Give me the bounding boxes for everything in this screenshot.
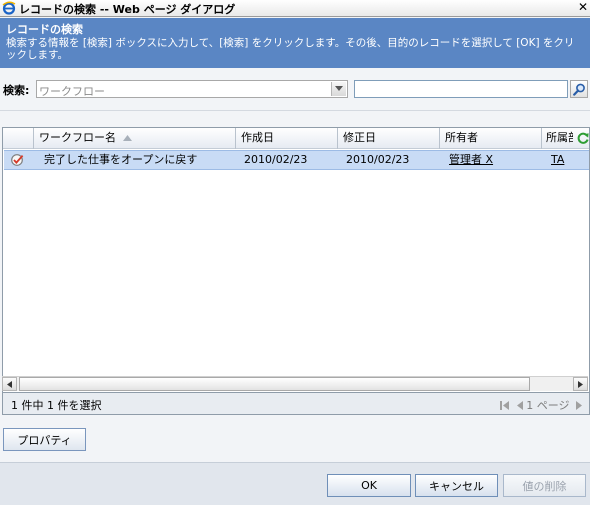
column-header-label: ワークフロー名 — [39, 131, 116, 144]
search-icon — [573, 83, 585, 96]
properties-button[interactable]: プロパティ — [3, 428, 86, 451]
refresh-icon[interactable] — [576, 131, 590, 145]
workflow-icon — [11, 154, 24, 166]
cell-name: 完了した仕事をオープンに戻す — [44, 153, 198, 166]
column-header-business-unit[interactable]: 所属部 — [541, 128, 573, 149]
entity-select-value: ワークフロー — [39, 85, 105, 98]
divider — [0, 110, 590, 111]
page-number: 1 ページ — [526, 399, 570, 412]
dialog-header: レコードの検索 検索する情報を [検索] ボックスに入力して、[検索] をクリッ… — [0, 18, 590, 68]
arrow-right-icon — [578, 381, 583, 388]
column-header-label: 修正日 — [343, 131, 376, 144]
business-unit-link[interactable]: TA — [551, 151, 587, 169]
search-button[interactable] — [570, 80, 588, 98]
grid-header: ワークフロー名 作成日 修正日 所有者 所属部 — [3, 128, 590, 149]
selection-count: 1 件中 1 件を選択 — [11, 399, 102, 412]
dialog-description: 検索する情報を [検索] ボックスに入力して、[検索] をクリックします。その後… — [6, 37, 575, 61]
column-header-owner[interactable]: 所有者 — [439, 128, 540, 149]
column-header-label: 作成日 — [241, 131, 274, 144]
cell-created: 2010/02/23 — [244, 153, 308, 166]
results-grid: ワークフロー名 作成日 修正日 所有者 所属部 完了した仕事をオープンに戻す 2… — [2, 127, 590, 393]
sort-ascending-icon — [122, 135, 132, 141]
entity-select[interactable]: ワークフロー — [36, 80, 348, 98]
column-header-label: 所属部 — [546, 131, 573, 144]
horizontal-scrollbar[interactable] — [2, 376, 588, 391]
column-header-created[interactable]: 作成日 — [235, 128, 336, 149]
search-row: 検索: ワークフロー — [0, 79, 590, 101]
close-icon[interactable]: ✕ — [578, 0, 588, 14]
dialog-footer: OK キャンセル 値の削除 — [0, 462, 590, 505]
dropdown-arrow-icon[interactable] — [331, 82, 346, 96]
next-page-icon[interactable] — [576, 400, 583, 410]
scroll-thumb[interactable] — [19, 377, 530, 391]
arrow-left-icon — [7, 381, 12, 388]
remove-value-button[interactable]: 値の削除 — [503, 474, 586, 497]
ok-button[interactable]: OK — [327, 474, 411, 497]
pager: 1 ページ — [500, 397, 583, 413]
scroll-right-button[interactable] — [573, 377, 588, 391]
column-header-label: 所有者 — [445, 131, 478, 144]
cell-modified: 2010/02/23 — [346, 153, 410, 166]
column-header-name[interactable]: ワークフロー名 — [33, 128, 234, 149]
cancel-button[interactable]: キャンセル — [415, 474, 498, 497]
internet-explorer-icon — [2, 1, 16, 15]
status-bar: 1 件中 1 件を選択 1 ページ — [2, 393, 590, 415]
select-column-header[interactable] — [3, 128, 31, 149]
window-titlebar: レコードの検索 -- Web ページ ダイアログ ✕ — [0, 0, 590, 17]
scroll-left-button[interactable] — [2, 377, 17, 391]
first-page-icon[interactable] — [500, 400, 510, 410]
window-title: レコードの検索 -- Web ページ ダイアログ — [19, 3, 236, 16]
table-row[interactable]: 完了した仕事をオープンに戻す 2010/02/23 2010/02/23 管理者… — [4, 150, 589, 170]
search-input[interactable] — [354, 80, 568, 98]
search-label: 検索: — [3, 84, 30, 97]
owner-link[interactable]: 管理者 X — [449, 151, 539, 169]
previous-page-icon[interactable] — [516, 400, 523, 410]
column-header-modified[interactable]: 修正日 — [337, 128, 438, 149]
dialog-title: レコードの検索 — [6, 23, 83, 36]
